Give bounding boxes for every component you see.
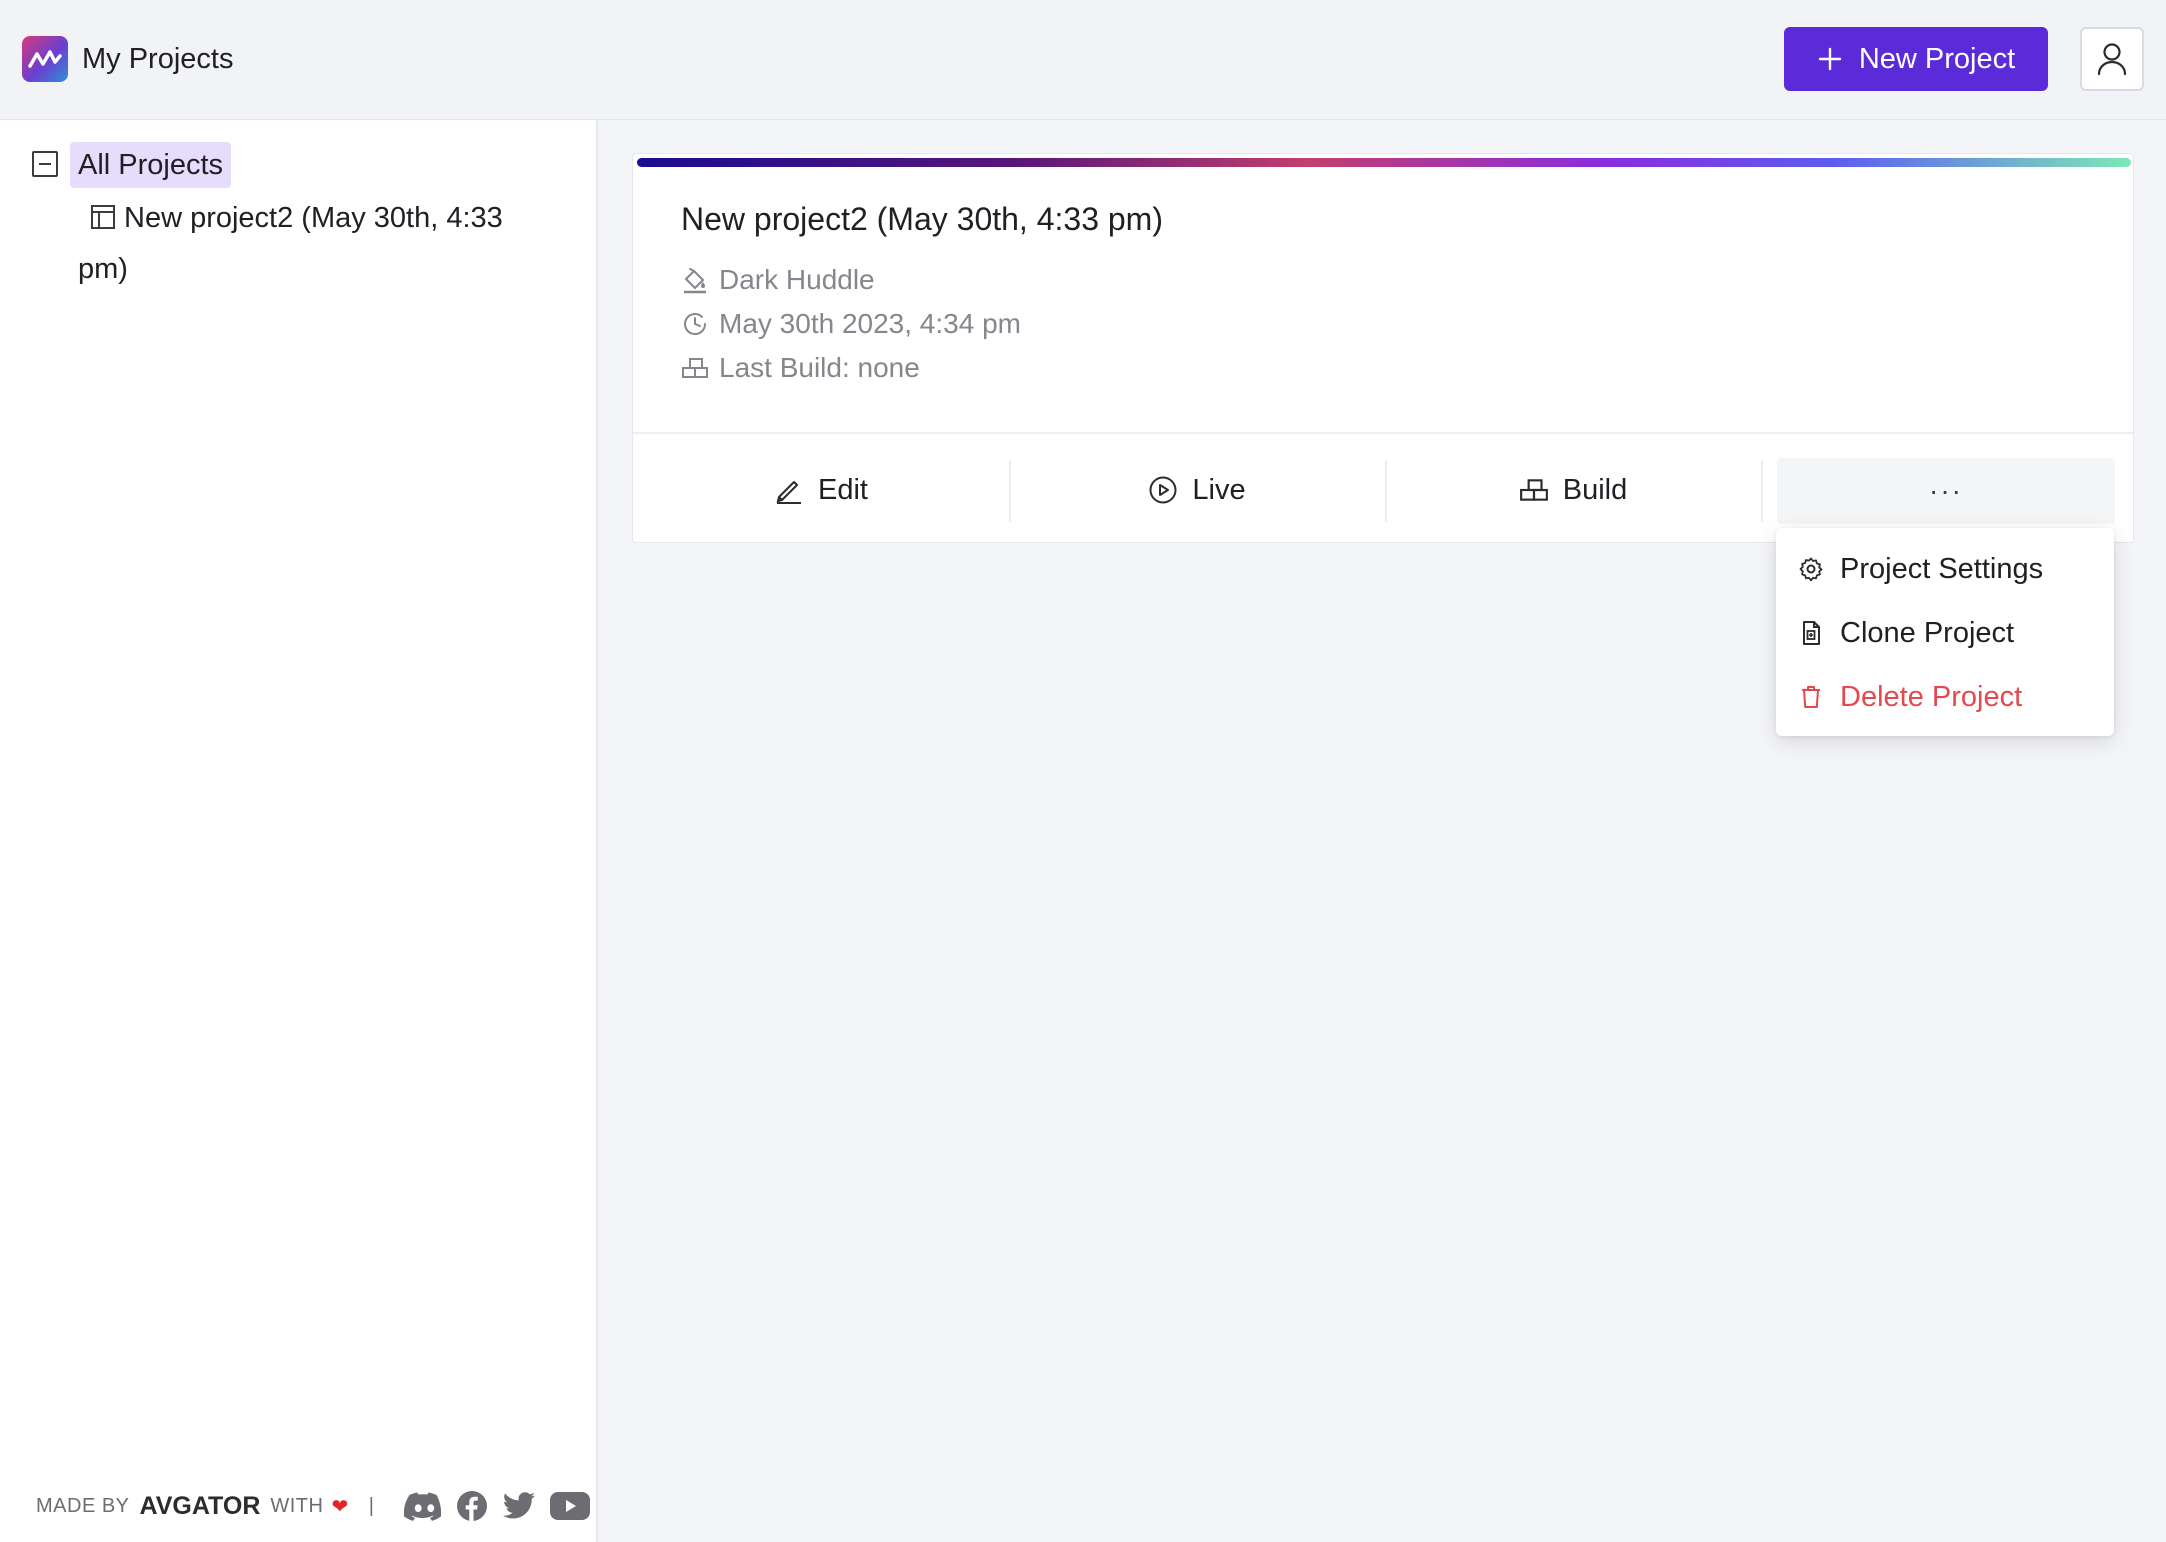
collapse-tree-icon[interactable]	[32, 151, 58, 177]
menu-item-project-settings[interactable]: Project Settings	[1776, 538, 2114, 600]
project-card: New project2 (May 30th, 4:33 pm) Dark Hu…	[632, 153, 2134, 543]
tree-item-project[interactable]: New project2 (May 30th, 4:33 pm)	[78, 194, 538, 293]
app-logo[interactable]	[22, 36, 68, 82]
card-gradient-bar	[637, 158, 2131, 167]
play-circle-icon	[1149, 476, 1177, 504]
project-title: New project2 (May 30th, 4:33 pm)	[681, 201, 1163, 237]
clock-icon	[684, 313, 707, 336]
tree-item-all-projects[interactable]: All Projects	[70, 142, 232, 188]
heart-icon: ❤	[331, 1495, 349, 1518]
app-title: My Projects	[82, 43, 234, 75]
menu-item-label: Clone Project	[1840, 616, 2015, 649]
plus-icon	[1818, 47, 1842, 71]
top-bar: My Projects New Project	[0, 0, 2166, 120]
build-blocks-icon	[682, 358, 708, 378]
paint-bucket-icon	[684, 268, 706, 294]
pencil-icon	[776, 481, 801, 504]
date-text: May 30th 2023, 4:34 pm	[719, 308, 1021, 339]
footer: MADE BY AVGATOR WITH ❤ |	[36, 1484, 591, 1528]
theme-name: Dark Huddle	[719, 264, 875, 295]
build-label: Build	[1562, 473, 1628, 506]
layout-icon	[90, 197, 116, 245]
new-project-label: New Project	[1858, 42, 2016, 75]
build-button[interactable]: Build	[1385, 434, 1761, 546]
edit-button[interactable]: Edit	[633, 434, 1009, 546]
footer-separator: |	[368, 1494, 375, 1517]
project-date: May 30th 2023, 4:34 pm	[681, 306, 1021, 342]
edit-label: Edit	[818, 473, 868, 506]
sidebar	[0, 120, 598, 1542]
project-options-menu: Project Settings Clone Project Delete Pr…	[1776, 528, 2114, 736]
brand-logo[interactable]: AVGATOR	[140, 1492, 261, 1521]
gear-icon	[1799, 557, 1823, 582]
build-blocks-icon	[1519, 479, 1548, 501]
trash-icon	[1802, 686, 1820, 708]
action-divider	[1761, 460, 1763, 522]
more-options-button[interactable]: ···	[1777, 458, 2115, 524]
user-account-button[interactable]	[2080, 27, 2144, 91]
tree-item-label: New project2 (May 30th, 4:33 pm)	[78, 202, 503, 285]
logo-mark-icon	[28, 50, 62, 68]
menu-item-clone-project[interactable]: Clone Project	[1776, 602, 2114, 664]
social-links	[404, 1490, 591, 1522]
discord-icon[interactable]	[404, 1491, 442, 1521]
with-text: WITH	[270, 1494, 324, 1517]
live-label: Live	[1192, 473, 1246, 506]
youtube-icon[interactable]	[550, 1492, 591, 1520]
menu-item-label: Delete Project	[1840, 680, 2023, 713]
clone-icon	[1803, 621, 1820, 645]
project-last-build: Last Build: none	[681, 350, 920, 386]
facebook-icon[interactable]	[456, 1490, 488, 1522]
project-theme: Dark Huddle	[681, 262, 875, 298]
new-project-button[interactable]: New Project	[1784, 27, 2048, 91]
twitter-icon[interactable]	[502, 1492, 536, 1520]
user-icon	[2097, 43, 2127, 76]
menu-item-delete-project[interactable]: Delete Project	[1776, 666, 2114, 728]
menu-item-label: Project Settings	[1840, 552, 2044, 585]
made-by-text: MADE BY	[36, 1494, 130, 1517]
live-button[interactable]: Live	[1009, 434, 1385, 546]
last-build-text: Last Build: none	[719, 352, 920, 383]
